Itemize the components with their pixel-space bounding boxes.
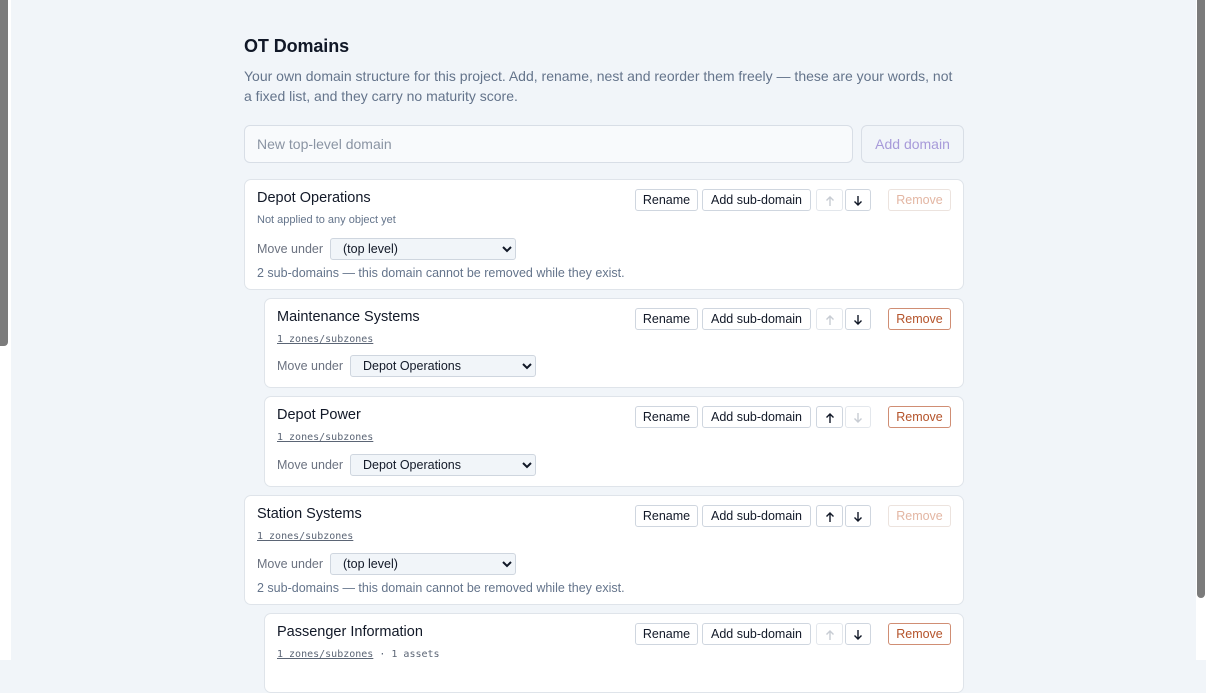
arrow-down-icon bbox=[854, 629, 862, 640]
remove-button[interactable]: Remove bbox=[888, 623, 951, 645]
move-under-label: Move under bbox=[257, 242, 324, 256]
ot-domains-panel: OT Domains Your own domain structure for… bbox=[244, 36, 964, 693]
domain-name: Maintenance Systems bbox=[277, 309, 420, 325]
domain-card-depot-operations: Depot Operations Not applied to any obje… bbox=[244, 179, 964, 290]
move-under-label: Move under bbox=[257, 557, 324, 571]
add-sub-domain-button[interactable]: Add sub-domain bbox=[702, 505, 811, 527]
move-under-label: Move under bbox=[277, 359, 344, 373]
domain-name: Station Systems bbox=[257, 506, 362, 522]
move-under-select[interactable]: (top level) bbox=[330, 238, 516, 260]
domain-card-station-systems: Station Systems 1 zones/subzones Move un… bbox=[244, 495, 964, 605]
domain-name: Depot Power bbox=[277, 407, 361, 423]
domain-usage: 1 zones/subzones bbox=[277, 333, 373, 345]
arrow-down-icon bbox=[854, 511, 862, 522]
arrow-down-icon bbox=[854, 412, 862, 423]
rename-button[interactable]: Rename bbox=[635, 406, 698, 428]
remove-button[interactable]: Remove bbox=[888, 189, 951, 211]
zones-link[interactable]: 1 zones/subzones bbox=[277, 649, 373, 660]
zones-link[interactable]: 1 zones/subzones bbox=[277, 334, 373, 345]
move-up-button[interactable] bbox=[816, 189, 843, 211]
move-down-button[interactable] bbox=[845, 308, 871, 330]
page-intro: Your own domain structure for this proje… bbox=[244, 68, 953, 104]
move-down-button[interactable] bbox=[845, 406, 871, 428]
add-sub-domain-button[interactable]: Add sub-domain bbox=[702, 406, 811, 428]
add-sub-domain-button[interactable]: Add sub-domain bbox=[702, 308, 811, 330]
domain-usage: Not applied to any object yet bbox=[257, 214, 396, 226]
zones-link[interactable]: 1 zones/subzones bbox=[257, 531, 353, 542]
move-under-select[interactable]: Depot Operations bbox=[350, 454, 536, 476]
move-up-button[interactable] bbox=[816, 406, 843, 428]
left-scrollbar-thumb[interactable] bbox=[0, 0, 8, 346]
add-sub-domain-button[interactable]: Add sub-domain bbox=[702, 189, 811, 211]
move-under-label: Move under bbox=[277, 458, 344, 472]
rename-button[interactable]: Rename bbox=[635, 308, 698, 330]
left-scroll-track bbox=[0, 0, 11, 660]
move-down-button[interactable] bbox=[845, 623, 871, 645]
domain-card-passenger-information: Passenger Information 1 zones/subzones ·… bbox=[264, 613, 964, 693]
add-domain-button[interactable]: Add domain bbox=[861, 125, 964, 163]
arrow-up-icon bbox=[825, 314, 834, 325]
move-under-select[interactable]: Depot Operations bbox=[350, 355, 536, 377]
arrow-down-icon bbox=[854, 314, 862, 325]
move-up-button[interactable] bbox=[816, 505, 843, 527]
domain-name: Passenger Information bbox=[277, 624, 423, 640]
domain-usage: 1 zones/subzones bbox=[277, 431, 373, 443]
remove-button[interactable]: Remove bbox=[888, 308, 951, 330]
zones-link[interactable]: 1 zones/subzones bbox=[277, 432, 373, 443]
move-under-select[interactable]: (top level) bbox=[330, 553, 516, 575]
move-up-button[interactable] bbox=[816, 623, 843, 645]
arrow-down-icon bbox=[854, 195, 862, 206]
domain-usage: 1 zones/subzones · 1 assets bbox=[277, 648, 440, 660]
move-down-button[interactable] bbox=[845, 189, 871, 211]
add-domain-row: Add domain bbox=[244, 125, 964, 163]
arrow-up-icon bbox=[825, 195, 834, 206]
domain-card-maintenance-systems: Maintenance Systems 1 zones/subzones Mov… bbox=[264, 298, 964, 388]
domain-card-depot-power: Depot Power 1 zones/subzones Move under … bbox=[264, 396, 964, 487]
domain-name: Depot Operations bbox=[257, 190, 371, 206]
sub-domain-note: 2 sub-domains — this domain cannot be re… bbox=[257, 266, 625, 280]
move-down-button[interactable] bbox=[845, 505, 871, 527]
arrow-up-icon bbox=[825, 412, 834, 423]
move-up-button[interactable] bbox=[816, 308, 843, 330]
arrow-up-icon bbox=[825, 511, 834, 522]
new-domain-input[interactable] bbox=[244, 125, 853, 163]
sub-domain-note: 2 sub-domains — this domain cannot be re… bbox=[257, 581, 625, 595]
page-scrollbar-thumb[interactable] bbox=[1197, 0, 1205, 598]
remove-button[interactable]: Remove bbox=[888, 406, 951, 428]
remove-button[interactable]: Remove bbox=[888, 505, 951, 527]
add-sub-domain-button[interactable]: Add sub-domain bbox=[702, 623, 811, 645]
arrow-up-icon bbox=[825, 629, 834, 640]
domain-usage: 1 zones/subzones bbox=[257, 530, 353, 542]
right-scroll-track bbox=[1196, 0, 1206, 660]
page-title: OT Domains bbox=[244, 36, 350, 56]
rename-button[interactable]: Rename bbox=[635, 189, 698, 211]
asset-count: · 1 assets bbox=[373, 649, 440, 660]
rename-button[interactable]: Rename bbox=[635, 505, 698, 527]
rename-button[interactable]: Rename bbox=[635, 623, 698, 645]
